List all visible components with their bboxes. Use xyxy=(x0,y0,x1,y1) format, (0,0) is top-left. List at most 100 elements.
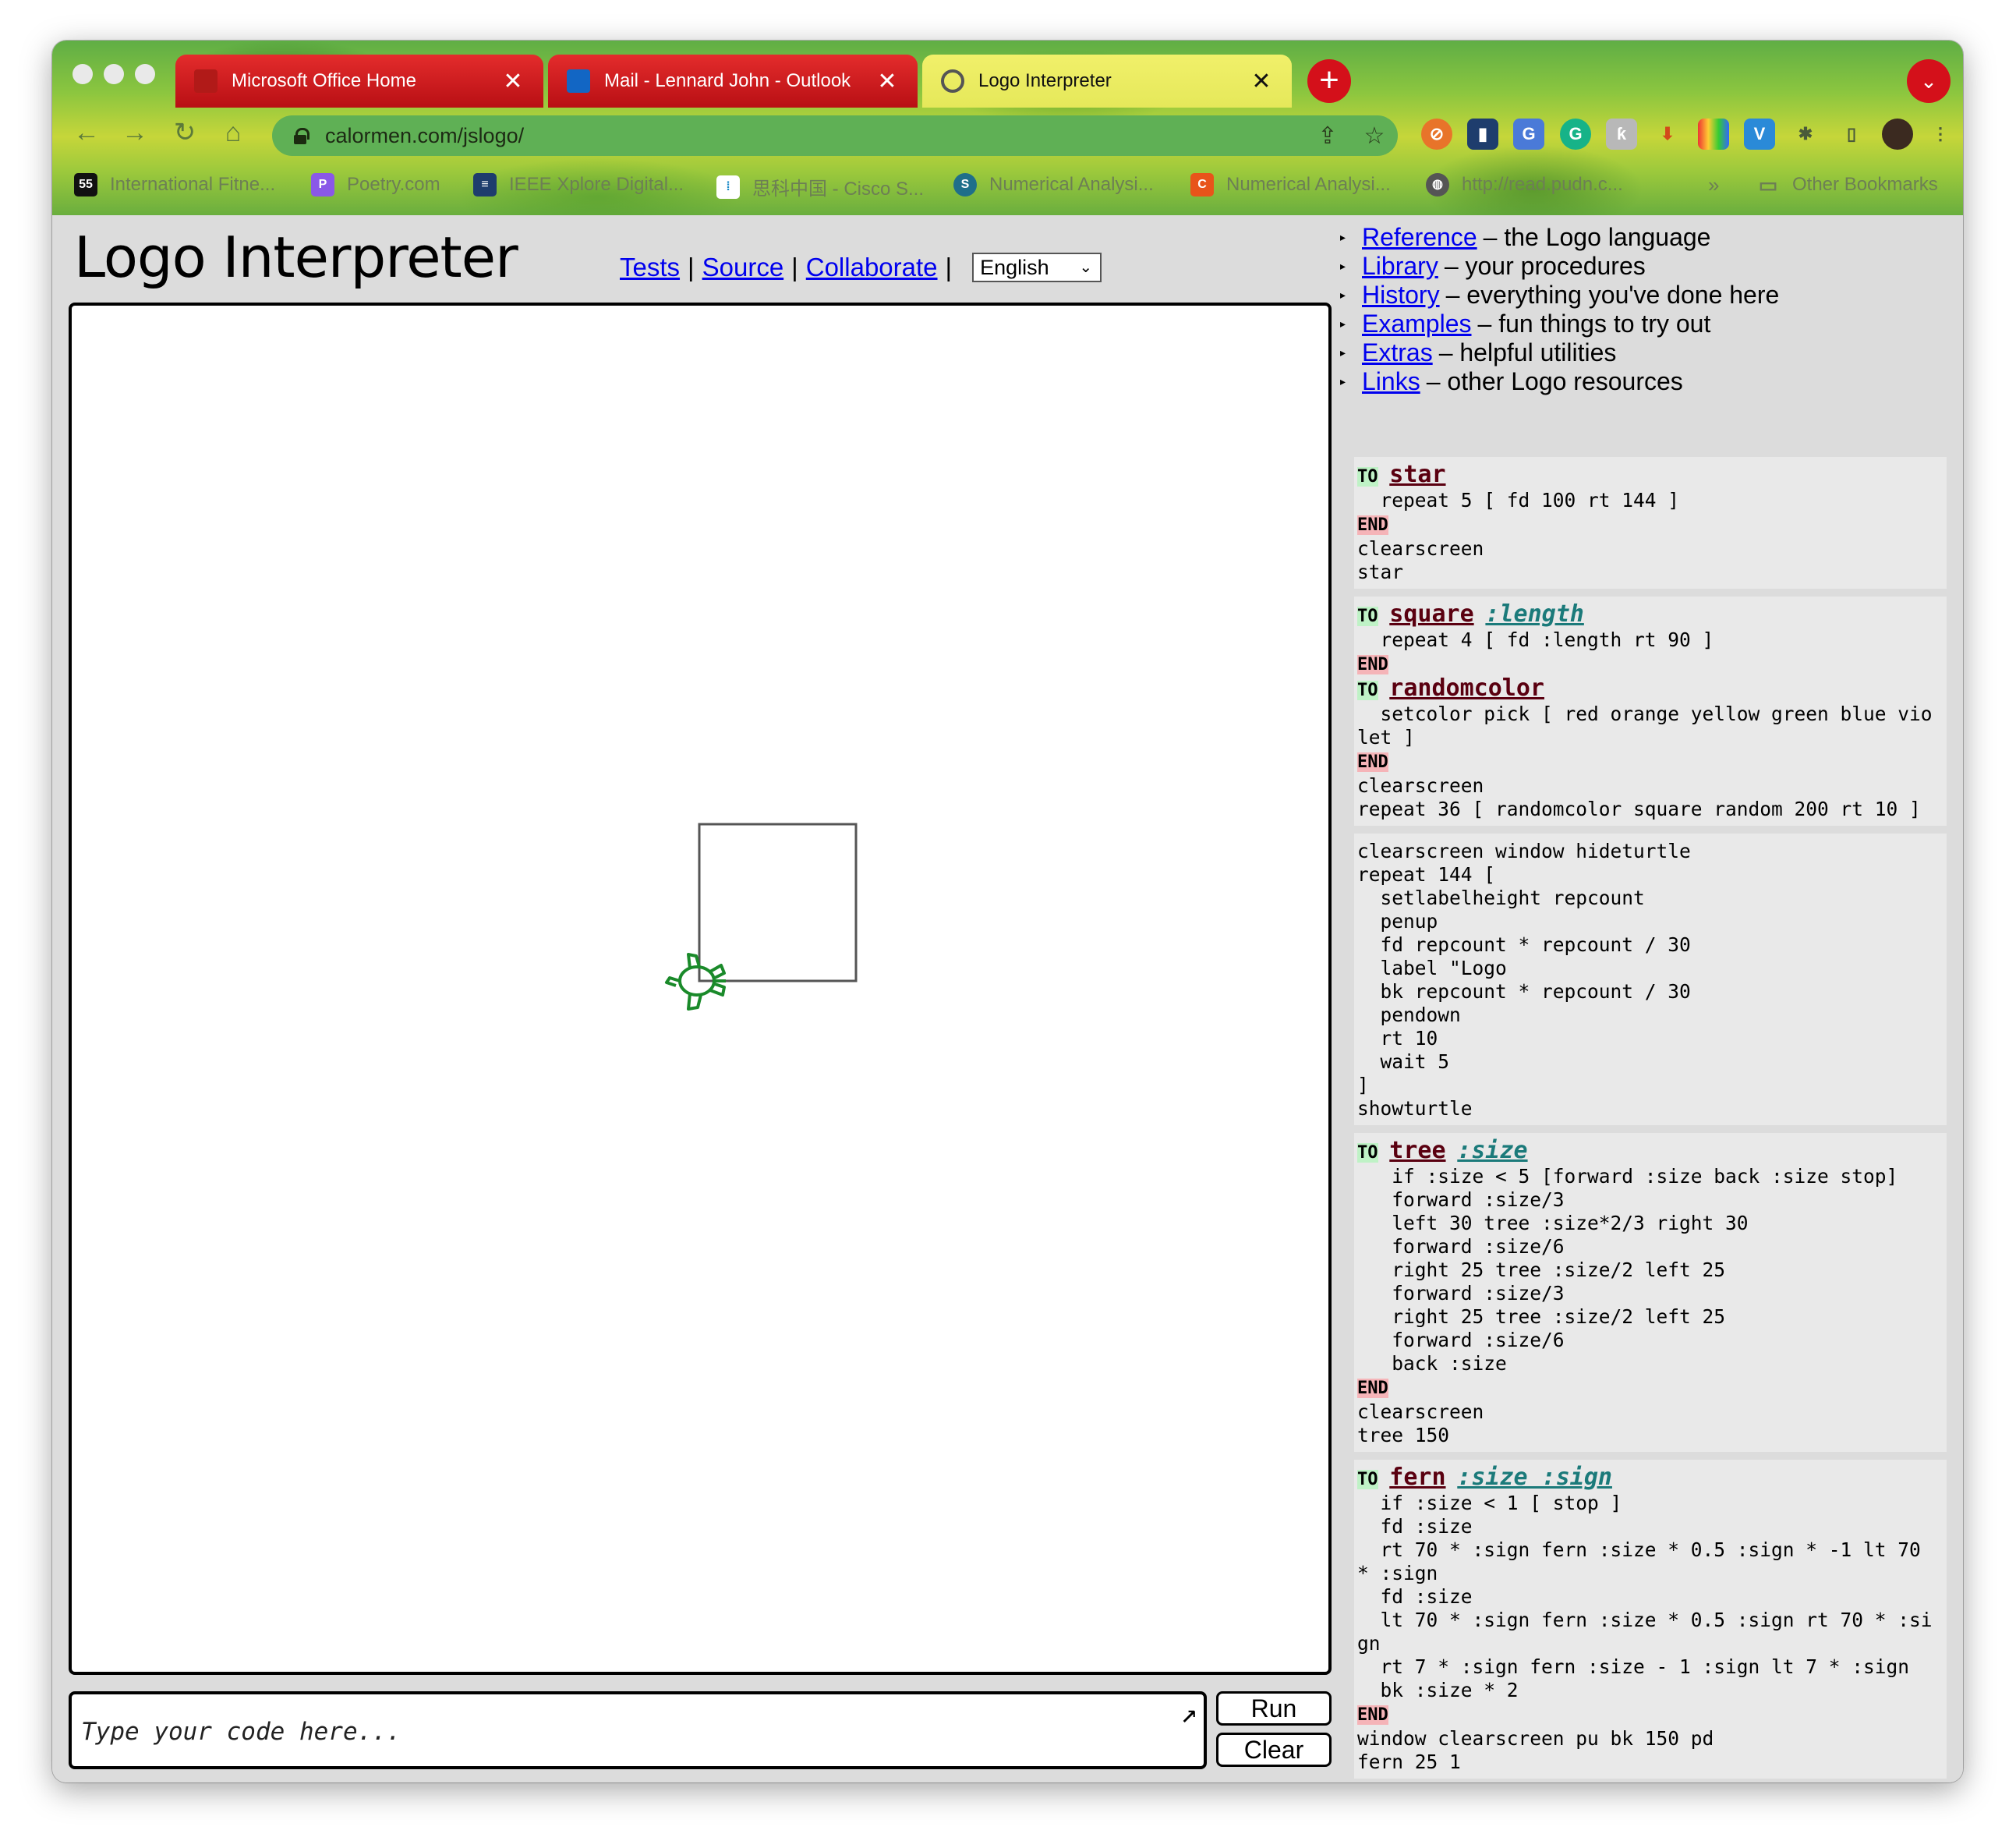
bookmark-star-icon[interactable]: ☆ xyxy=(1351,122,1398,150)
tests-link[interactable]: Tests xyxy=(620,253,680,282)
turtle-canvas[interactable] xyxy=(69,303,1332,1675)
reference-link[interactable]: Reference xyxy=(1362,223,1477,252)
bookmark-item[interactable]: 55 International Fitne... xyxy=(74,173,275,196)
bookmark-item[interactable]: S Numerical Analysi... xyxy=(953,173,1154,196)
code-input-placeholder: Type your code here... xyxy=(81,1718,401,1746)
other-bookmarks-label: Other Bookmarks xyxy=(1792,174,1938,195)
bookmark-item[interactable]: ⁞ 思科中国 - Cisco S... xyxy=(716,173,924,200)
page-title: Logo Interpreter xyxy=(74,225,518,290)
disclosure-triangle-icon: ▸ xyxy=(1340,375,1346,388)
download-icon[interactable]: ⬇ xyxy=(1652,119,1683,150)
header-links: Tests | Source | Collaborate | English ⌄ xyxy=(620,253,1102,282)
bookmark-label: http://read.pudn.c... xyxy=(1462,174,1623,195)
url-text[interactable]: calormen.com/jslogo/ xyxy=(325,124,1304,148)
to-keyword: TO xyxy=(1357,607,1378,626)
menu-description: – everything you've done here xyxy=(1445,281,1780,309)
close-tab-icon[interactable]: ✕ xyxy=(501,68,525,95)
bookmark-item[interactable]: C Numerical Analysi... xyxy=(1190,173,1391,196)
office-icon xyxy=(194,69,218,93)
forward-arrow-icon[interactable]: → xyxy=(116,114,154,151)
procedure-name: square xyxy=(1389,600,1474,628)
tab-microsoft-office[interactable]: Microsoft Office Home ✕ xyxy=(175,55,543,108)
bookmark-favicon-icon: ≡ xyxy=(473,173,497,196)
menu-description: – helpful utilities xyxy=(1438,338,1617,366)
tab-search-chevron-icon[interactable]: ⌄ xyxy=(1907,59,1951,103)
procedure-param: :length xyxy=(1485,600,1584,628)
canvas-drawing xyxy=(665,823,858,1011)
tab-title: Microsoft Office Home xyxy=(232,70,416,91)
example-labels[interactable]: clearscreen window hideturtle repeat 144… xyxy=(1354,834,1947,1125)
menu-kebab-icon[interactable]: ⋮ xyxy=(1925,119,1956,150)
close-tab-icon[interactable]: ✕ xyxy=(1250,68,1273,95)
menu-item-library[interactable]: ▸ Library – your procedures xyxy=(1339,252,1962,281)
source-link[interactable]: Source xyxy=(702,253,784,282)
bookmarks-overflow-button[interactable]: » xyxy=(1708,173,1719,197)
bookmark-item[interactable]: P Poetry.com xyxy=(311,173,440,196)
example-star[interactable]: TO star repeat 5 [ fd 100 rt 144 ] END c… xyxy=(1354,457,1947,589)
menu-description: – the Logo language xyxy=(1483,223,1711,251)
bookmark-favicon-icon: P xyxy=(311,173,334,196)
extension-icon[interactable]: ƙ xyxy=(1606,119,1637,150)
side-menu: ▸ Reference – the Logo language ▸ Librar… xyxy=(1339,223,1962,396)
procedure-body: if :size < 5 [forward :size back :size s… xyxy=(1392,1165,1898,1375)
extension-icon[interactable]: ⊘ xyxy=(1421,119,1452,150)
procedure-body: if :size < 1 [ stop ] fd :size rt 70 * :… xyxy=(1357,1492,1933,1701)
procedure-body: setcolor pick [ red orange yellow green … xyxy=(1357,703,1933,749)
to-keyword: TO xyxy=(1357,467,1378,487)
vimeo-extension-icon[interactable]: V xyxy=(1744,119,1775,150)
share-icon[interactable]: ⇪ xyxy=(1304,122,1351,150)
to-keyword: TO xyxy=(1357,1143,1378,1163)
folder-icon: ▭ xyxy=(1758,173,1778,196)
example-tree[interactable]: TO tree :size if :size < 5 [forward :siz… xyxy=(1354,1133,1947,1452)
run-button[interactable]: Run xyxy=(1216,1691,1332,1726)
clear-button[interactable]: Clear xyxy=(1216,1733,1332,1767)
back-arrow-icon[interactable]: ← xyxy=(68,114,105,151)
address-bar[interactable]: calormen.com/jslogo/ ⇪ ☆ xyxy=(272,115,1398,156)
minimize-window-button[interactable] xyxy=(104,64,124,84)
sidebar-icon[interactable]: ▯ xyxy=(1836,119,1867,150)
bookmark-favicon-icon: 55 xyxy=(74,173,97,196)
close-tab-icon[interactable]: ✕ xyxy=(875,68,899,95)
expand-arrow-icon[interactable]: ↗ xyxy=(1180,1698,1197,1729)
library-link[interactable]: Library xyxy=(1362,252,1438,281)
translate-extension-icon[interactable]: G xyxy=(1513,119,1544,150)
close-window-button[interactable] xyxy=(73,64,93,84)
zoom-window-button[interactable] xyxy=(135,64,155,84)
bookmark-item[interactable]: ≡ IEEE Xplore Digital... xyxy=(473,173,684,196)
example-fern[interactable]: TO fern :size :sign if :size < 1 [ stop … xyxy=(1354,1460,1947,1779)
grammarly-icon[interactable]: G xyxy=(1560,119,1591,150)
menu-item-reference[interactable]: ▸ Reference – the Logo language xyxy=(1339,223,1962,252)
menu-description: – other Logo resources xyxy=(1426,367,1683,395)
tab-logo-interpreter[interactable]: Logo Interpreter ✕ xyxy=(922,55,1292,108)
end-keyword: END xyxy=(1357,1705,1388,1725)
disclosure-triangle-icon: ▸ xyxy=(1340,346,1346,359)
new-tab-button[interactable]: + xyxy=(1307,59,1351,103)
menu-item-examples[interactable]: ▸ Examples – fun things to try out xyxy=(1339,310,1962,338)
bookmark-item[interactable]: ◍ http://read.pudn.c... xyxy=(1426,173,1623,196)
tab-outlook-mail[interactable]: Mail - Lennard John - Outlook ✕ xyxy=(548,55,918,108)
collaborate-link[interactable]: Collaborate xyxy=(806,253,938,282)
menu-description: – fun things to try out xyxy=(1477,310,1711,338)
reload-icon[interactable]: ↻ xyxy=(166,114,203,151)
menu-item-extras[interactable]: ▸ Extras – helpful utilities xyxy=(1339,338,1962,367)
to-keyword: TO xyxy=(1357,681,1378,700)
home-icon[interactable]: ⌂ xyxy=(214,114,252,151)
avatar[interactable] xyxy=(1882,119,1913,150)
extras-link[interactable]: Extras xyxy=(1362,338,1433,367)
language-select[interactable]: English ⌄ xyxy=(972,253,1102,282)
links-link[interactable]: Links xyxy=(1362,367,1420,396)
procedure-params: :size :sign xyxy=(1457,1464,1612,1491)
menu-item-history[interactable]: ▸ History – everything you've done here xyxy=(1339,281,1962,310)
language-value: English xyxy=(980,255,1049,279)
palette-extension-icon[interactable] xyxy=(1698,119,1729,150)
example-square-randomcolor[interactable]: TO square :length repeat 4 [ fd :length … xyxy=(1354,597,1947,826)
menu-item-links[interactable]: ▸ Links – other Logo resources xyxy=(1339,367,1962,396)
puzzle-icon[interactable]: ✱ xyxy=(1790,119,1821,150)
end-keyword: END xyxy=(1357,1379,1388,1398)
analytics-extension-icon[interactable]: ▮ xyxy=(1467,119,1498,150)
other-bookmarks[interactable]: ▭ Other Bookmarks xyxy=(1756,173,1938,196)
example-commands: clearscreen star xyxy=(1357,537,1484,583)
history-link[interactable]: History xyxy=(1362,281,1440,310)
code-input[interactable]: Type your code here... ↗ xyxy=(69,1691,1207,1769)
examples-link[interactable]: Examples xyxy=(1362,310,1472,338)
